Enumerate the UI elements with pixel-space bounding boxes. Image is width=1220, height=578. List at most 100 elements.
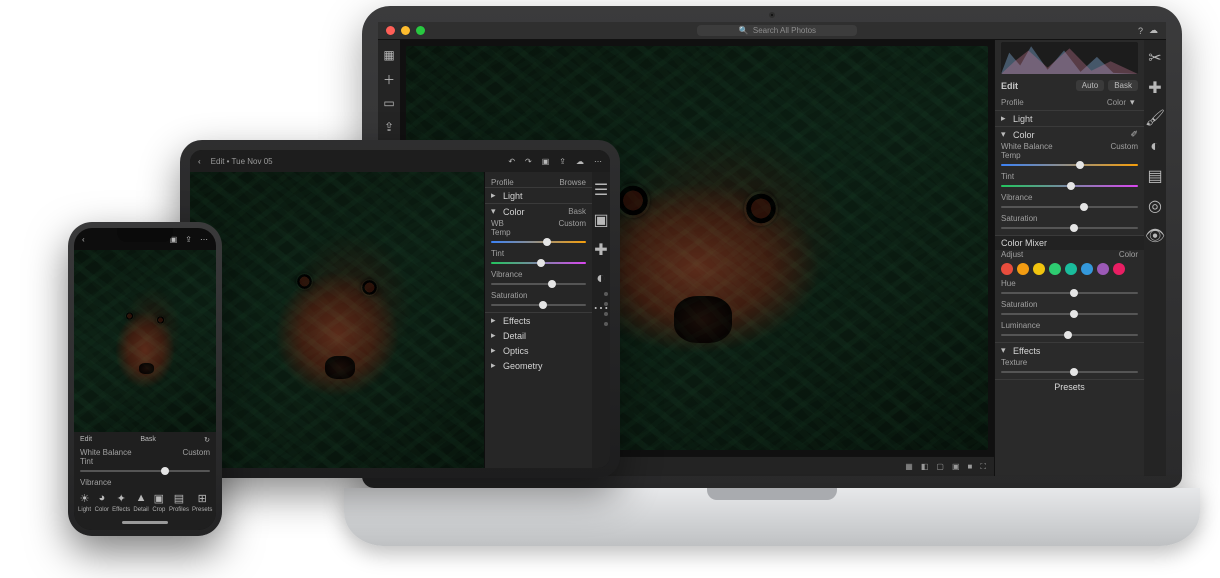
single-icon[interactable]: ▢ [936, 462, 944, 471]
profile-value[interactable]: Color [1107, 98, 1126, 107]
ph-wb-value[interactable]: Custom [182, 448, 210, 457]
ph-vibrance: Vibrance [80, 478, 111, 487]
crop-icon[interactable]: ▣ [542, 157, 550, 166]
phone-notch [117, 228, 173, 242]
swatch-purple[interactable] [1097, 263, 1109, 275]
traffic-max[interactable] [416, 26, 425, 35]
share-icon[interactable]: ⇪ [185, 235, 192, 244]
tablet-photo[interactable] [190, 172, 484, 468]
mixer-mode[interactable]: Color [1119, 250, 1138, 259]
section-light[interactable]: Light [995, 111, 1144, 126]
saturation-slider[interactable] [1001, 227, 1138, 229]
section-effects[interactable]: Effects [995, 343, 1144, 358]
ph-mode[interactable]: Bask [140, 436, 156, 444]
grad-icon[interactable]: ▤ [1147, 166, 1162, 186]
t-vibrance: Vibrance [491, 270, 522, 279]
sat2-label: Saturation [1001, 300, 1037, 309]
grid-icon[interactable]: ▦ [905, 462, 913, 471]
book-icon[interactable]: ▭ [382, 96, 396, 110]
ph-tint-slider[interactable] [80, 470, 210, 472]
hue-slider[interactable] [1001, 292, 1138, 294]
traffic-close[interactable] [386, 26, 395, 35]
heal-icon[interactable]: ✚ [1148, 78, 1161, 98]
t-detail[interactable]: Detail [485, 328, 592, 343]
swatch-orange[interactable] [1017, 263, 1029, 275]
section-color[interactable]: Color ✐ [995, 127, 1144, 142]
swatch-aqua[interactable] [1065, 263, 1077, 275]
t-effects[interactable]: Effects [485, 313, 592, 328]
sliders-icon[interactable]: ☰ [594, 180, 608, 200]
tool-light[interactable]: ☀Light [78, 491, 92, 513]
t-saturation-slider[interactable] [491, 304, 586, 306]
texture-slider[interactable] [1001, 371, 1138, 373]
eyedropper-icon[interactable]: ✐ [1130, 129, 1138, 140]
cloud-icon[interactable]: ☁ [1149, 25, 1158, 36]
tool-detail[interactable]: ▲Detail [133, 491, 148, 513]
detail-icon[interactable]: ▣ [952, 462, 960, 471]
t-light[interactable]: Light [485, 188, 592, 203]
traffic-min[interactable] [401, 26, 410, 35]
t-color-mode[interactable]: Bask [568, 207, 586, 216]
reset-icon[interactable]: ↻ [204, 436, 210, 444]
t-profile-value[interactable]: Browse [559, 178, 586, 187]
sat2-slider[interactable] [1001, 313, 1138, 315]
swatch-yellow[interactable] [1033, 263, 1045, 275]
plus-icon[interactable]: ＋ [382, 72, 396, 86]
tool-presets[interactable]: ⊞Presets [192, 491, 212, 513]
presets-button[interactable]: Presets [995, 380, 1144, 394]
more-icon[interactable]: ⋯ [200, 235, 208, 244]
t-vibrance-slider[interactable] [491, 283, 586, 285]
swatch-green[interactable] [1049, 263, 1061, 275]
home-icon[interactable]: ▦ [382, 48, 396, 62]
phone-photo[interactable] [74, 250, 216, 432]
eye-icon[interactable]: 👁 [1145, 226, 1165, 246]
home-indicator[interactable] [122, 521, 168, 524]
square-icon[interactable]: ■ [968, 462, 973, 471]
more-icon[interactable]: ⋯ [594, 157, 602, 166]
back-icon[interactable]: ‹ [82, 235, 85, 244]
tool-crop[interactable]: ▣Crop [152, 491, 166, 513]
vibrance-slider[interactable] [1001, 206, 1138, 208]
t-color[interactable]: Color Bask [485, 204, 592, 219]
t-geometry[interactable]: Geometry [485, 358, 592, 373]
temp-slider[interactable] [1001, 164, 1138, 166]
wb-value[interactable]: Custom [1110, 142, 1138, 151]
t-wb-value[interactable]: Custom [558, 219, 586, 228]
redo-icon[interactable]: ↷ [525, 157, 532, 166]
cloud-icon[interactable]: ☁ [576, 157, 584, 166]
profile-label: Profile [1001, 98, 1024, 107]
radial-icon[interactable]: ◎ [1148, 196, 1162, 216]
tool-profiles[interactable]: ▤Profiles [169, 491, 189, 513]
lum-slider[interactable] [1001, 334, 1138, 336]
tab-auto[interactable]: Auto [1076, 80, 1104, 91]
back-icon[interactable]: ‹ [198, 157, 201, 166]
swatch-red[interactable] [1001, 263, 1013, 275]
tool-effects[interactable]: ✦Effects [112, 491, 130, 513]
compare-icon[interactable]: ◧ [921, 462, 929, 471]
swatch-blue[interactable] [1081, 263, 1093, 275]
t-tint-slider[interactable] [491, 262, 586, 264]
undo-icon[interactable]: ↶ [508, 157, 515, 166]
mask-icon[interactable]: ◐ [596, 270, 606, 288]
fit-icon[interactable]: ⛶ [980, 462, 986, 472]
heal-icon[interactable]: ✚ [594, 240, 607, 260]
histogram[interactable] [1001, 42, 1138, 74]
t-temp-slider[interactable] [491, 241, 586, 243]
share-icon[interactable]: ⇪ [559, 157, 566, 166]
t-optics[interactable]: Optics [485, 343, 592, 358]
share-icon[interactable]: ⇪ [382, 120, 396, 134]
brush-icon[interactable]: 🖌 [1145, 108, 1165, 128]
tint-slider[interactable] [1001, 185, 1138, 187]
chevron-down-icon[interactable] [1130, 97, 1138, 108]
tool-color[interactable]: ◕Color [95, 491, 109, 513]
tab-bask[interactable]: Bask [1108, 80, 1138, 91]
swatch-magenta[interactable] [1113, 263, 1125, 275]
search-field[interactable]: 🔍 Search All Photos [697, 25, 857, 36]
help-icon[interactable]: ? [1138, 26, 1143, 36]
tablet-panel: Profile Browse Light Color Bask WBCustom… [484, 172, 592, 468]
ph-edit[interactable]: Edit [80, 436, 92, 444]
mask-icon[interactable]: ◐ [1150, 138, 1160, 156]
crop-icon[interactable]: ▣ [593, 210, 608, 230]
crop-icon[interactable]: ✂ [1148, 48, 1161, 68]
tablet-screen: ‹ Edit • Tue Nov 05 ↶ ↷ ▣ ⇪ ☁ ⋯ Profile … [190, 150, 610, 468]
